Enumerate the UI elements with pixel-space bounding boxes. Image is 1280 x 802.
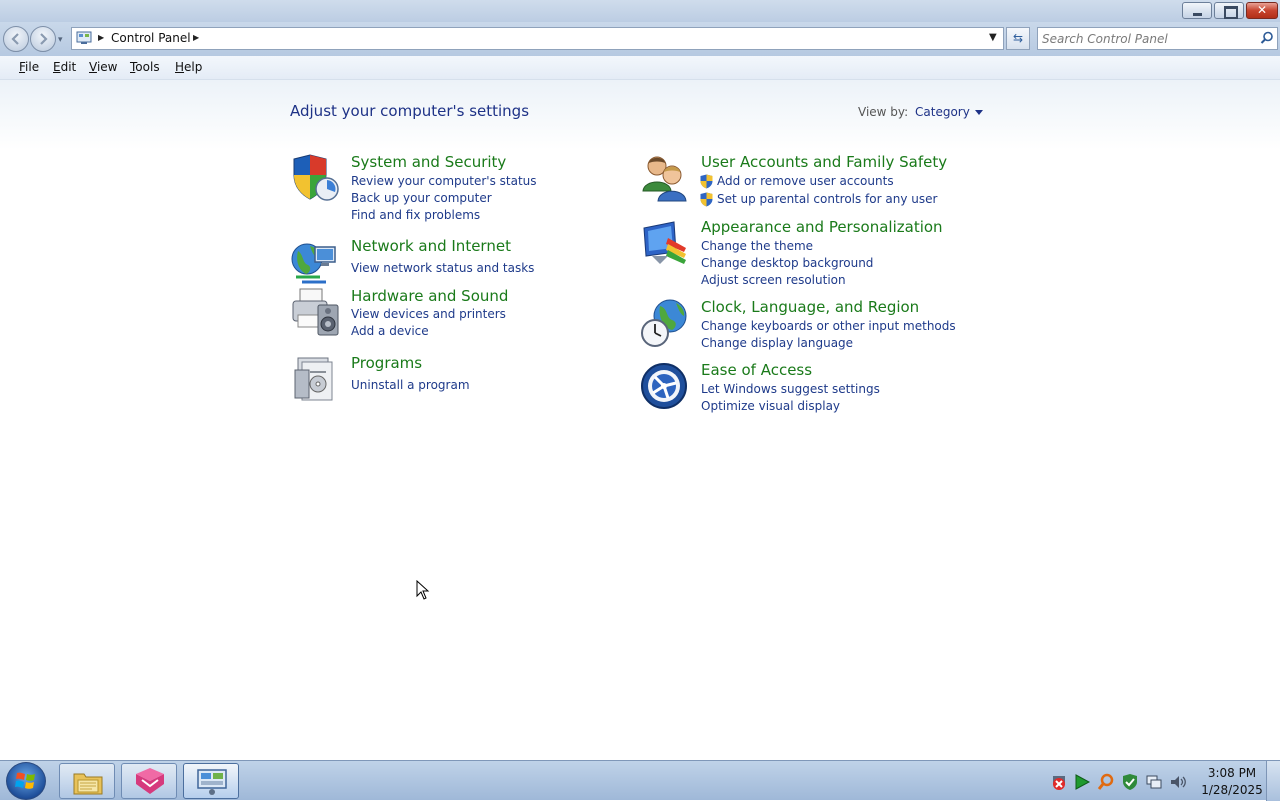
breadcrumb-arrow-icon[interactable]: ▶ bbox=[98, 33, 104, 42]
window-title-bar bbox=[0, 0, 1280, 22]
clock-date[interactable]: 1/28/2025 bbox=[1201, 783, 1263, 797]
link-suggest-settings[interactable]: Let Windows suggest settings bbox=[701, 382, 880, 396]
link-change-keyboards[interactable]: Change keyboards or other input methods bbox=[701, 319, 956, 333]
breadcrumb-arrow-icon[interactable]: ▶ bbox=[193, 33, 199, 42]
menu-bar: File Edit View Tools Help bbox=[0, 56, 1280, 80]
link-change-theme[interactable]: Change the theme bbox=[701, 239, 813, 253]
link-back-up[interactable]: Back up your computer bbox=[351, 191, 492, 205]
category-title-system-security[interactable]: System and Security bbox=[351, 153, 506, 171]
menu-file[interactable]: File bbox=[19, 60, 39, 74]
view-by-dropdown[interactable]: Category bbox=[915, 105, 983, 119]
clock-globe-icon bbox=[641, 299, 687, 347]
link-display-language[interactable]: Change display language bbox=[701, 336, 853, 350]
arrow-right-icon bbox=[40, 33, 48, 45]
navigation-bar: ▾ ▶ Control Panel ▶ ▼ ⇆ bbox=[0, 22, 1280, 56]
category-title-programs[interactable]: Programs bbox=[351, 354, 422, 372]
back-button[interactable] bbox=[3, 26, 29, 52]
app-pink-icon bbox=[136, 768, 164, 794]
menu-view[interactable]: View bbox=[89, 60, 117, 74]
control-panel-icon bbox=[197, 769, 227, 795]
link-add-remove-accounts[interactable]: Add or remove user accounts bbox=[717, 174, 894, 188]
windows-logo-icon bbox=[15, 772, 35, 789]
search-box[interactable] bbox=[1037, 27, 1278, 50]
maximize-button[interactable] bbox=[1214, 2, 1244, 19]
menu-edit[interactable]: Edit bbox=[53, 60, 76, 74]
breadcrumb-control-panel[interactable]: Control Panel bbox=[111, 31, 191, 45]
category-title-hardware-sound[interactable]: Hardware and Sound bbox=[351, 287, 508, 305]
appearance-monitor-icon bbox=[643, 221, 686, 264]
uac-shield-icon bbox=[700, 174, 713, 189]
link-change-background[interactable]: Change desktop background bbox=[701, 256, 873, 270]
mouse-pointer-icon bbox=[416, 580, 430, 600]
close-button[interactable] bbox=[1246, 2, 1278, 19]
address-dropdown-icon[interactable]: ▼ bbox=[989, 32, 997, 43]
link-review-status[interactable]: Review your computer's status bbox=[351, 174, 537, 188]
search-icon[interactable] bbox=[1260, 31, 1274, 45]
minimize-button[interactable] bbox=[1182, 2, 1212, 19]
show-desktop-button[interactable] bbox=[1266, 761, 1280, 801]
view-by-label: View by: bbox=[858, 105, 909, 119]
recent-pages-dropdown[interactable]: ▾ bbox=[58, 35, 63, 45]
volume-icon[interactable] bbox=[1169, 773, 1187, 791]
taskbar: 3:08 PM 1/28/2025 bbox=[0, 760, 1280, 801]
clock-time[interactable]: 3:08 PM bbox=[1201, 766, 1263, 780]
taskbar-app-pink[interactable] bbox=[121, 763, 177, 799]
link-network-status[interactable]: View network status and tasks bbox=[351, 261, 534, 275]
arrow-left-icon bbox=[11, 33, 19, 45]
printer-speaker-icon bbox=[292, 288, 339, 336]
link-devices-printers[interactable]: View devices and printers bbox=[351, 307, 506, 321]
network-monitor-icon[interactable] bbox=[1145, 773, 1163, 791]
link-parental-controls[interactable]: Set up parental controls for any user bbox=[717, 192, 937, 206]
refresh-icon: ⇆ bbox=[1012, 31, 1024, 45]
refresh-button[interactable]: ⇆ bbox=[1006, 27, 1030, 50]
start-button[interactable] bbox=[6, 762, 46, 800]
link-screen-resolution[interactable]: Adjust screen resolution bbox=[701, 273, 846, 287]
category-title-clock-region[interactable]: Clock, Language, and Region bbox=[701, 298, 919, 316]
ease-of-access-icon bbox=[641, 363, 687, 409]
security-center-icon[interactable] bbox=[1121, 773, 1139, 791]
link-add-device[interactable]: Add a device bbox=[351, 324, 429, 338]
security-shield-icon bbox=[293, 154, 339, 201]
link-uninstall-program[interactable]: Uninstall a program bbox=[351, 378, 470, 392]
magnifier-icon[interactable] bbox=[1097, 773, 1115, 791]
control-panel-icon bbox=[76, 31, 92, 44]
category-title-appearance[interactable]: Appearance and Personalization bbox=[701, 218, 943, 236]
menu-help[interactable]: Help bbox=[175, 60, 202, 74]
uac-shield-icon bbox=[700, 192, 713, 207]
forward-button[interactable] bbox=[30, 26, 56, 52]
page-title: Adjust your computer's settings bbox=[290, 102, 530, 120]
play-arrow-icon[interactable] bbox=[1073, 773, 1091, 791]
network-globe-icon bbox=[291, 243, 336, 284]
control-panel-content: Adjust your computer's settings View by:… bbox=[0, 80, 1280, 760]
folder-icon bbox=[73, 773, 103, 795]
network-error-icon[interactable] bbox=[1050, 773, 1068, 791]
link-optimize-display[interactable]: Optimize visual display bbox=[701, 399, 840, 413]
menu-tools[interactable]: Tools bbox=[130, 60, 160, 74]
category-title-ease-of-access[interactable]: Ease of Access bbox=[701, 361, 812, 379]
taskbar-control-panel[interactable] bbox=[183, 763, 239, 799]
category-title-user-accounts[interactable]: User Accounts and Family Safety bbox=[701, 153, 947, 171]
address-bar[interactable]: ▶ Control Panel ▶ ▼ bbox=[71, 27, 1004, 50]
search-input[interactable] bbox=[1042, 30, 1252, 47]
taskbar-windows-explorer[interactable] bbox=[59, 763, 115, 799]
category-title-network-internet[interactable]: Network and Internet bbox=[351, 237, 511, 255]
programs-icon bbox=[294, 357, 333, 401]
users-icon bbox=[642, 156, 687, 202]
link-find-fix-problems[interactable]: Find and fix problems bbox=[351, 208, 480, 222]
